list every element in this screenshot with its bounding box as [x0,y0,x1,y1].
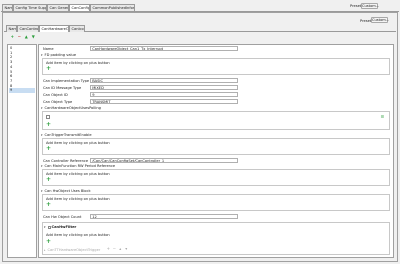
uses-block-section[interactable]: ▾ Can HwObject Uses Block [41,189,91,193]
remove-icon[interactable]: − [17,34,22,40]
add-icon[interactable]: + [46,239,51,245]
remove-icon: − [112,246,116,251]
add-item-hint: Add item by clicking on plus button [46,141,110,145]
add-item-hint: Add item by clicking on plus button [46,233,110,237]
add-icon[interactable]: + [46,202,51,208]
hw-filter-section[interactable]: ▾ CanHwFilter [44,225,76,229]
add-icon[interactable]: + [46,177,51,183]
list-item-selected[interactable]: 9 [9,88,35,93]
preset-label: Preset [350,4,362,8]
ttcan-section[interactable]: ▸ CanTTHardwareObjectTrigger [44,248,100,252]
tab-config-time-support[interactable]: Config Time Support [13,4,47,11]
custom-button-inner[interactable]: Custom... [371,17,389,23]
add-icon[interactable]: + [10,34,15,40]
trigger-transmit-section[interactable]: ▾ CanTriggerTransmitEnable [41,133,92,137]
add-icon[interactable]: + [46,66,51,72]
fd-padding-section[interactable]: ▾ FD padding value [41,53,76,57]
add-icon[interactable]: + [46,146,51,152]
hw-object-count-label: Can Hw Object Count [43,214,82,219]
checkbox-icon[interactable] [47,225,51,229]
controller-ref-field[interactable]: /Can/Can/CanConfigSet/CanController_1 [90,157,238,163]
subtab-name[interactable]: Name [6,24,17,32]
impl-type-label: Can Implementation Type [43,79,90,83]
preset-label-inner: Preset [360,18,372,23]
id-msg-type-field[interactable]: MIXED [90,85,238,90]
name-label: Name [43,47,54,51]
uses-polling-checkbox[interactable] [46,115,50,119]
object-type-field[interactable]: TRANSMIT [90,99,238,104]
controller-ref-label: Can Controller Reference [43,158,89,163]
add-item-hint: Add item by clicking on plus button [46,61,110,65]
uses-polling-box [42,111,390,130]
move-up-icon: ▴ [119,246,122,251]
edit-icon[interactable]: ☰ [380,114,385,120]
tab-name[interactable]: Name [2,4,13,11]
object-id-label: Can Object ID [43,93,68,97]
add-item-hint: Add item by clicking on plus button [46,197,110,201]
subtab-cancontroller[interactable]: CanController [17,24,39,32]
name-field[interactable]: CanHardwareObject_Can1_Tx_Interrupt [90,46,238,51]
add-icon[interactable]: + [46,122,51,128]
custom-button[interactable]: Custom... [361,2,379,9]
move-up-icon[interactable]: ▲ [24,34,29,40]
impl-type-field[interactable]: BASIC [90,78,238,83]
object-type-label: Can Object Type [43,100,73,104]
add-item-hint: Add item by clicking on plus button [46,172,110,176]
uses-polling-section[interactable]: ▾ CanHardwareObjectUsesPolling [41,106,101,110]
object-id-field[interactable]: 9 [90,92,238,97]
subtab-canicom[interactable]: CanIcom [69,24,85,32]
id-msg-type-label: Can ID Message Type [43,86,82,90]
hw-object-count-field[interactable]: 12 [90,213,238,219]
move-down-icon: ▾ [125,246,128,251]
hardware-object-list[interactable]: 0 1 2 3 4 5 6 7 8 9 [7,44,37,258]
tab-can-general[interactable]: Can General [47,4,69,11]
tab-common-published-information[interactable]: CommonPublishedInformation [90,4,135,11]
subtab-canhardwareobject[interactable]: CanHardwareObject [39,24,69,32]
mainfunction-rw-section[interactable]: ▾ Can MainFunction RW Period Reference [41,164,115,168]
add-icon: + [106,246,110,251]
move-down-icon[interactable]: ▼ [31,34,36,40]
tab-canconfigset[interactable]: CanConfigSet [69,4,90,11]
